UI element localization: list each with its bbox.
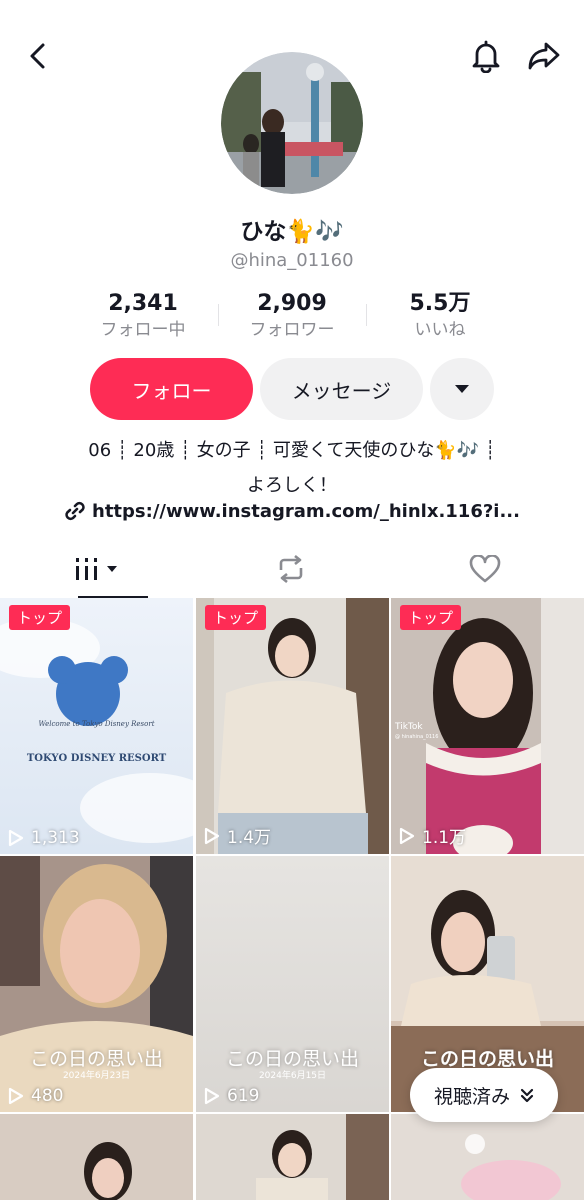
stat-value: 5.5万 [409,291,471,316]
video-thumbnail[interactable] [0,1114,193,1200]
stat-label: フォロー中 [100,320,186,340]
share-button[interactable] [522,34,566,78]
stat-value: 2,341 [108,291,178,316]
view-count-text: 1,313 [31,828,80,848]
bio-line-2: よろしく！ [247,475,337,496]
profile-stats: 2,341 フォロー中 2,909 フォロワー 5.5万 いいね [0,290,584,344]
memory-label: この日の思い出 [29,1048,163,1070]
double-chevron-down-icon [520,1088,534,1103]
top-badge: トップ [205,605,267,630]
tiktok-watermark-handle: @ hinahina_0116 [395,734,439,740]
stat-following[interactable]: 2,341 フォロー中 [68,290,218,342]
view-count-text: 480 [31,1086,64,1106]
memory-date: 2024年6月15日 [258,1071,327,1081]
tile-brand-text: TOKYO DISNEY RESORT [26,753,167,764]
message-button[interactable]: メッセージ [260,358,423,420]
top-badge: トップ [9,605,71,630]
tile-welcome-text: Welcome to Tokyo Disney Resort [38,720,155,728]
chevron-left-icon [30,43,45,69]
play-icon [8,1087,24,1105]
stat-label: いいね [414,320,466,340]
view-count: 480 [8,1086,63,1106]
stat-value: 2,909 [257,291,327,316]
caret-down-icon [455,385,469,393]
content-tabs [0,540,584,598]
stat-likes[interactable]: 5.5万 いいね [365,290,515,342]
view-count: 619 [204,1086,259,1106]
video-thumbnail[interactable] [196,1114,389,1200]
stat-followers[interactable]: 2,909 フォロワー [217,290,367,342]
profile-handle: @hina_01160 [230,250,354,271]
video-thumbnail[interactable]: この日の思い出 2024年6月15日 619 [196,856,389,1112]
profile-link[interactable]: https://www.instagram.com/_hinlx.116?i..… [0,500,584,522]
view-count: 1.4万 [204,823,271,848]
top-badge: トップ [400,605,462,630]
tab-reposts[interactable] [194,540,388,598]
video-thumbnail[interactable] [391,1114,584,1200]
bio-line-1: 06 ┊ 20歳 ┊ 女の子 ┊ 可愛くて天使のひな🐈🎶 ┊ [88,440,496,461]
view-count: 1,313 [8,828,80,848]
video-grid-icon [76,558,117,580]
memory-label: この日の思い出 [420,1048,554,1070]
watched-label: 視聴済み [433,1085,510,1108]
view-count-text: 619 [227,1086,260,1106]
profile-link-text: https://www.instagram.com/_hinlx.116?i..… [92,500,520,522]
watched-filter-button[interactable]: 視聴済み [410,1068,558,1122]
back-button[interactable] [16,34,60,78]
play-icon [204,827,220,844]
video-thumbnail[interactable]: TikTok @ hinahina_0116 トップ 1.1万 [391,598,584,854]
notification-button[interactable] [464,34,508,78]
follow-button[interactable]: フォロー [90,358,253,420]
memory-label: この日の思い出 [225,1048,359,1070]
repost-icon [279,554,303,584]
memory-date: 2024年6月23日 [62,1071,131,1081]
tiktok-watermark: TikTok [395,722,423,732]
video-thumbnail[interactable]: Welcome to Tokyo Disney Resort TOKYO DIS… [0,598,193,854]
heart-icon [469,555,501,583]
tab-videos[interactable] [0,540,194,598]
view-count: 1.1万 [399,823,466,848]
video-thumbnail[interactable]: この日の思い出 2024年6月23日 480 [0,856,193,1112]
tab-liked[interactable] [388,540,582,598]
more-options-button[interactable] [430,358,494,420]
stat-label: フォロワー [249,320,335,340]
view-count-text: 1.4万 [227,828,272,848]
share-icon [528,42,560,70]
play-icon [399,827,415,844]
video-thumbnail[interactable]: トップ 1.4万 [196,598,389,854]
avatar[interactable] [221,52,363,194]
profile-name: ひな🐈🎶 [240,219,344,245]
play-icon [204,1087,220,1105]
view-count-text: 1.1万 [422,828,467,848]
bell-icon [472,40,500,73]
link-icon [65,501,85,521]
play-icon [8,829,24,847]
